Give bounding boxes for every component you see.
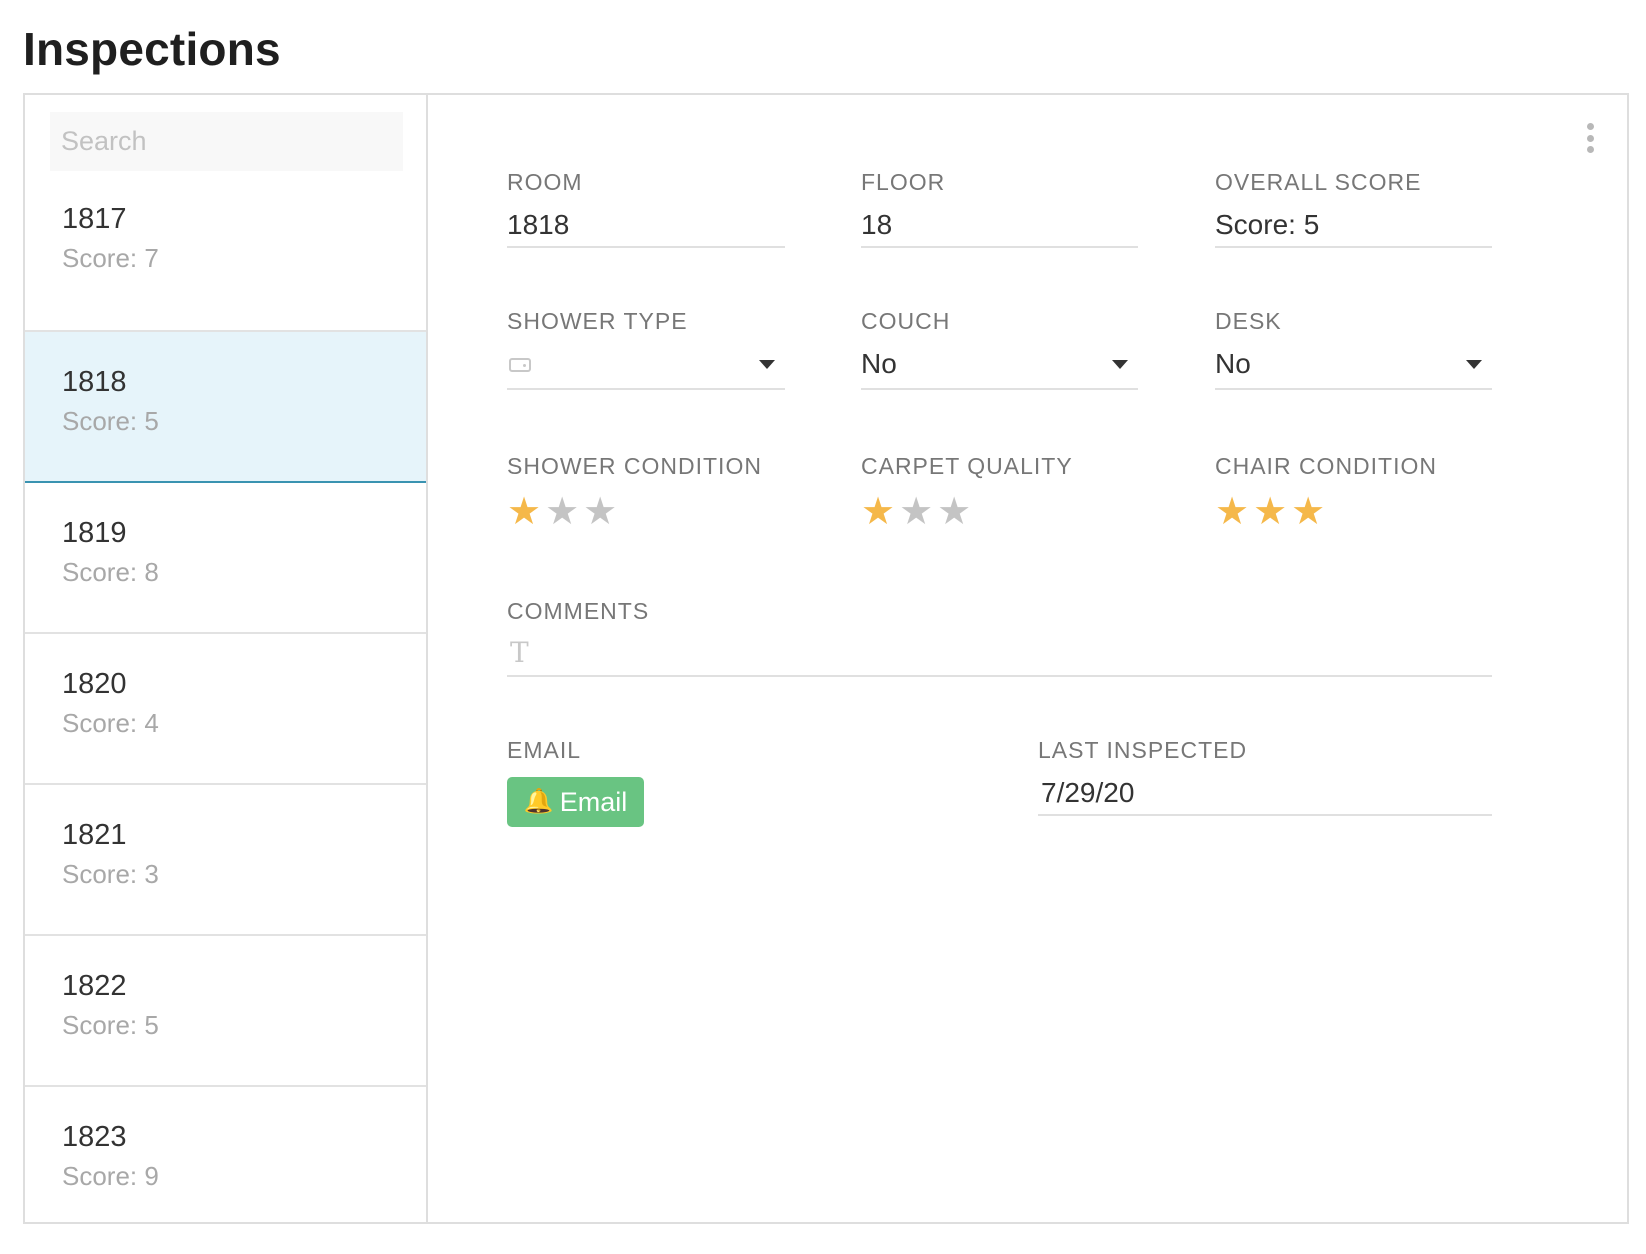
list-item-score: Score: 5 bbox=[62, 406, 159, 436]
shower-condition-rating[interactable]: ★ ★ ★ bbox=[507, 493, 617, 531]
list-item-score: Score: 5 bbox=[62, 1010, 159, 1040]
room-label: ROOM bbox=[507, 169, 583, 195]
comments-label: COMMENTS bbox=[507, 598, 650, 624]
detail-panel: ROOM 1818 FLOOR 18 OVERALL SCORE Score: … bbox=[430, 95, 1627, 1222]
text-icon: T bbox=[510, 636, 529, 669]
chevron-down-icon[interactable] bbox=[759, 360, 775, 369]
email-button-label: Email bbox=[559, 786, 628, 817]
list-item-room: 1822 bbox=[62, 970, 127, 1002]
couch-select[interactable]: COUCH No bbox=[861, 308, 1138, 390]
shower-condition-field: SHOWER CONDITION ★ ★ ★ bbox=[507, 453, 785, 535]
list-item-score: Score: 3 bbox=[62, 859, 159, 889]
email-label: EMAIL bbox=[507, 737, 582, 763]
page-title: Inspections bbox=[23, 23, 281, 75]
overall-score-value: Score: 5 bbox=[1215, 209, 1320, 240]
chair-condition-rating[interactable]: ★ ★ ★ bbox=[1215, 493, 1325, 531]
list-item[interactable]: 1822 Score: 5 bbox=[25, 936, 426, 1087]
email-button[interactable]: 🔔 Email bbox=[507, 777, 644, 827]
shower-icon bbox=[509, 358, 531, 372]
star-empty-icon[interactable]: ★ bbox=[899, 493, 933, 531]
more-options-icon[interactable] bbox=[1587, 123, 1595, 153]
star-empty-icon[interactable]: ★ bbox=[545, 493, 579, 531]
search-input[interactable] bbox=[50, 112, 403, 171]
star-filled-icon[interactable]: ★ bbox=[1215, 493, 1249, 531]
chair-condition-field: CHAIR CONDITION ★ ★ ★ bbox=[1215, 453, 1492, 535]
floor-label: FLOOR bbox=[861, 169, 946, 195]
star-empty-icon[interactable]: ★ bbox=[937, 493, 971, 531]
list-item-score: Score: 8 bbox=[62, 557, 159, 587]
list-item-room: 1818 bbox=[62, 366, 127, 398]
room-field[interactable]: ROOM 1818 bbox=[507, 169, 785, 249]
room-value: 1818 bbox=[507, 209, 570, 240]
list-item-score: Score: 4 bbox=[62, 708, 159, 738]
list-item[interactable]: 1821 Score: 3 bbox=[25, 785, 426, 936]
list-item-score: Score: 9 bbox=[62, 1161, 159, 1191]
list-item-room: 1821 bbox=[62, 819, 127, 851]
star-filled-icon[interactable]: ★ bbox=[1253, 493, 1287, 531]
list-item[interactable]: 1823 Score: 9 bbox=[25, 1087, 426, 1222]
list-item-room: 1823 bbox=[62, 1121, 127, 1153]
list-item-room: 1819 bbox=[62, 517, 127, 549]
star-filled-icon[interactable]: ★ bbox=[1291, 493, 1325, 531]
overall-score-label: OVERALL SCORE bbox=[1215, 169, 1422, 195]
shower-type-select[interactable]: SHOWER TYPE bbox=[507, 308, 785, 390]
last-inspected-field[interactable]: LAST INSPECTED 7/29/20 bbox=[1038, 737, 1492, 817]
carpet-quality-rating[interactable]: ★ ★ ★ bbox=[861, 493, 971, 531]
email-field: EMAIL 🔔 Email bbox=[507, 737, 807, 832]
inspections-panel: 1817 Score: 7 1818 Score: 5 1819 Score: … bbox=[23, 93, 1629, 1224]
list-item[interactable]: 1819 Score: 8 bbox=[25, 483, 426, 634]
shower-type-label: SHOWER TYPE bbox=[507, 308, 688, 334]
list-item-score: Score: 7 bbox=[62, 243, 159, 273]
overall-score-field[interactable]: OVERALL SCORE Score: 5 bbox=[1215, 169, 1492, 249]
star-filled-icon[interactable]: ★ bbox=[507, 493, 541, 531]
star-filled-icon[interactable]: ★ bbox=[861, 493, 895, 531]
carpet-quality-label: CARPET QUALITY bbox=[861, 453, 1073, 479]
list-item[interactable]: 1817 Score: 7 bbox=[25, 171, 426, 332]
desk-select[interactable]: DESK No bbox=[1215, 308, 1492, 390]
carpet-quality-field: CARPET QUALITY ★ ★ ★ bbox=[861, 453, 1138, 535]
desk-value: No bbox=[1215, 348, 1251, 379]
star-empty-icon[interactable]: ★ bbox=[583, 493, 617, 531]
desk-label: DESK bbox=[1215, 308, 1282, 334]
last-inspected-value: 7/29/20 bbox=[1041, 777, 1135, 808]
list-item[interactable]: 1818 Score: 5 bbox=[25, 332, 426, 483]
list-item-room: 1817 bbox=[62, 203, 127, 235]
floor-field[interactable]: FLOOR 18 bbox=[861, 169, 1138, 249]
sidebar: 1817 Score: 7 1818 Score: 5 1819 Score: … bbox=[25, 95, 428, 1222]
comments-field[interactable]: COMMENTS T bbox=[507, 598, 1492, 678]
list-item[interactable]: 1820 Score: 4 bbox=[25, 634, 426, 785]
shower-condition-label: SHOWER CONDITION bbox=[507, 453, 762, 479]
floor-value: 18 bbox=[861, 209, 893, 240]
bell-icon: 🔔 bbox=[523, 788, 554, 815]
couch-value: No bbox=[861, 348, 897, 379]
inspection-list: 1817 Score: 7 1818 Score: 5 1819 Score: … bbox=[25, 171, 426, 1222]
couch-label: COUCH bbox=[861, 308, 951, 334]
chair-condition-label: CHAIR CONDITION bbox=[1215, 453, 1437, 479]
last-inspected-label: LAST INSPECTED bbox=[1038, 737, 1248, 763]
chevron-down-icon[interactable] bbox=[1112, 360, 1128, 369]
chevron-down-icon[interactable] bbox=[1466, 360, 1482, 369]
list-item-room: 1820 bbox=[62, 668, 127, 700]
